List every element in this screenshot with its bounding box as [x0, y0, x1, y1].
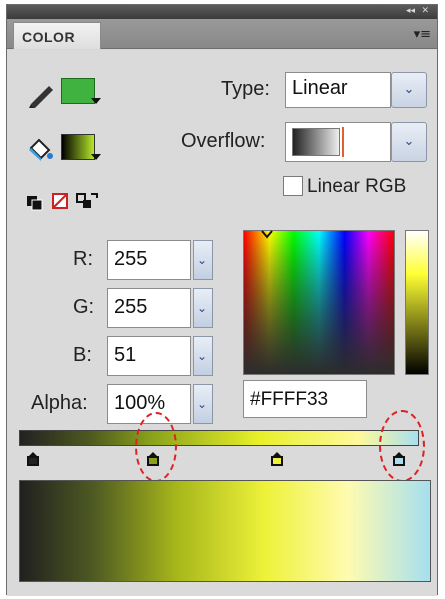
- swatch-controls: [27, 193, 98, 211]
- overflow-label: Overflow:: [181, 130, 266, 152]
- type-dropdown-button[interactable]: ⌄: [391, 72, 427, 108]
- blue-input[interactable]: 51: [107, 336, 191, 376]
- alpha-stepper[interactable]: ⌄: [193, 384, 213, 424]
- red-input[interactable]: 255: [107, 240, 191, 280]
- stroke-dropdown-icon[interactable]: [91, 98, 101, 104]
- red-label: R:: [73, 248, 93, 270]
- red-stepper[interactable]: ⌄: [193, 240, 213, 280]
- green-stepper[interactable]: ⌄: [193, 288, 213, 328]
- overflow-dropdown-button[interactable]: ⌄: [391, 122, 427, 162]
- pencil-icon: [29, 86, 53, 108]
- hex-input[interactable]: #FFFF33: [243, 380, 367, 418]
- linear-rgb-label: Linear RGB: [307, 176, 407, 197]
- alpha-label: Alpha:: [31, 392, 88, 414]
- blue-stepper[interactable]: ⌄: [193, 336, 213, 376]
- stop-swatch: [27, 456, 39, 466]
- green-input[interactable]: 255: [107, 288, 191, 328]
- spectrum-cursor-icon[interactable]: [260, 229, 274, 241]
- overflow-preview: [292, 128, 340, 156]
- tab-row: COLOR ▾≡: [7, 19, 437, 49]
- gradient-stop-3[interactable]: [271, 452, 283, 466]
- chevron-down-icon: ⌄: [197, 253, 208, 267]
- fill-color-swatch[interactable]: [61, 134, 95, 160]
- panel-titlebar: ◂◂ ✕: [7, 5, 437, 19]
- type-label: Type:: [221, 78, 270, 100]
- highlight-circle-left: [135, 412, 177, 482]
- overflow-marker: [342, 127, 344, 157]
- fill-dropdown-icon[interactable]: [91, 154, 101, 160]
- color-panel: ◂◂ ✕ COLOR ▾≡ Type: Linear ⌄ Overflow: ⌄: [6, 4, 438, 596]
- blue-label: B:: [73, 344, 92, 366]
- chevron-down-icon: ⌄: [403, 81, 415, 97]
- green-label: G:: [73, 296, 95, 318]
- chevron-down-icon: ⌄: [403, 133, 415, 149]
- close-icon[interactable]: ✕: [421, 6, 429, 16]
- color-spectrum[interactable]: [243, 230, 395, 375]
- chevron-down-icon: ⌄: [197, 397, 208, 411]
- highlight-circle-right: [379, 410, 425, 482]
- no-color-icon[interactable]: [52, 193, 68, 209]
- brightness-slider[interactable]: [405, 230, 429, 375]
- panel-content: Type: Linear ⌄ Overflow: ⌄ Linear RGB R:…: [7, 50, 437, 596]
- default-colors-icon[interactable]: [27, 196, 43, 211]
- paint-bucket-icon: [29, 138, 53, 161]
- panel-menu-icon[interactable]: ▾≡: [414, 27, 431, 42]
- chevron-down-icon: ⌄: [197, 349, 208, 363]
- stroke-color-swatch[interactable]: [61, 78, 95, 104]
- type-select[interactable]: Linear: [285, 72, 391, 108]
- spectrum-overlay: [244, 231, 394, 374]
- chevron-down-icon: ⌄: [197, 301, 208, 315]
- gradient-preview: [19, 480, 431, 582]
- overflow-select[interactable]: [285, 122, 391, 162]
- linear-rgb-checkbox[interactable]: [283, 176, 303, 196]
- tab-color[interactable]: COLOR: [13, 22, 101, 49]
- gradient-stop-1[interactable]: [27, 452, 39, 466]
- swap-colors-icon[interactable]: [76, 193, 98, 208]
- gradient-bar[interactable]: [19, 430, 419, 446]
- collapse-icon[interactable]: ◂◂: [406, 6, 415, 16]
- stop-swatch: [271, 456, 283, 466]
